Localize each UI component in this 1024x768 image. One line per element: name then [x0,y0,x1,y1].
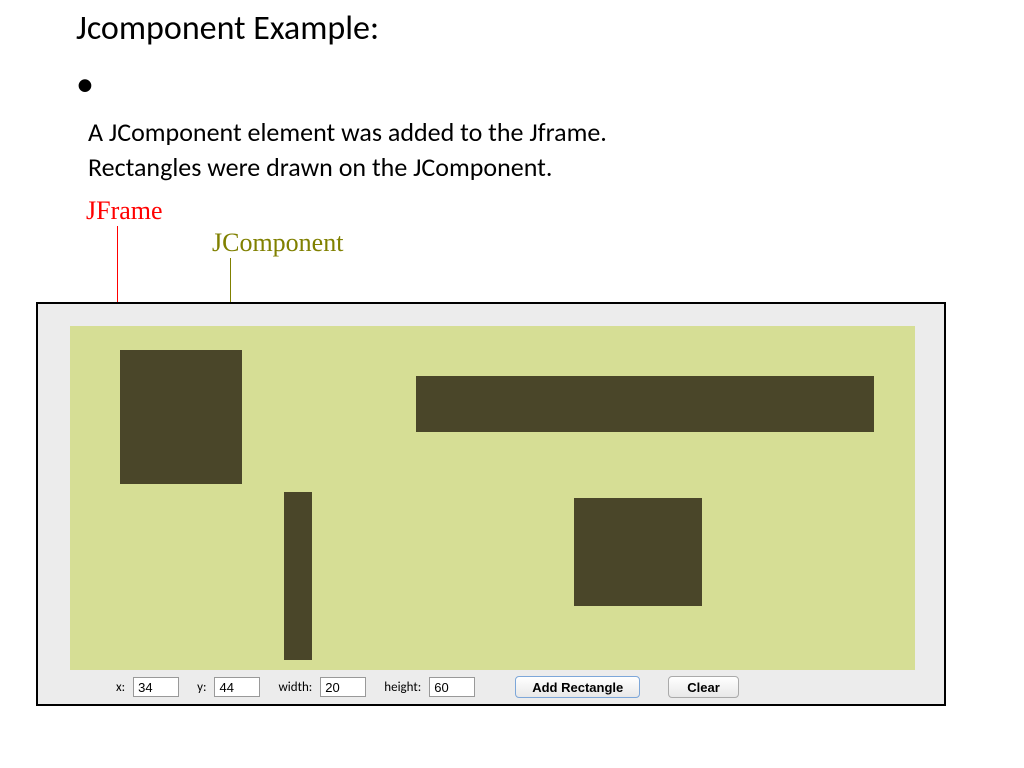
add-rectangle-button[interactable]: Add Rectangle [515,676,640,698]
drawn-rectangle [284,492,312,660]
width-label: width: [278,680,312,695]
height-label: height: [384,680,421,695]
description-line-1: A JComponent element was added to the Jf… [88,115,607,150]
x-input[interactable] [133,677,179,697]
width-input[interactable] [320,677,366,697]
jframe-pointer-line [117,226,118,302]
description-line-2: Rectangles were drawn on the JComponent. [88,150,607,185]
jframe-label: JFrame [86,196,163,226]
y-input[interactable] [214,677,260,697]
clear-button[interactable]: Clear [668,676,739,698]
drawn-rectangle [416,376,874,432]
drawn-rectangle [120,350,242,484]
bullet-point: • [76,75,94,93]
x-label: x: [116,680,125,695]
y-label: y: [197,680,206,695]
height-input[interactable] [429,677,475,697]
jcomponent-panel [70,326,915,670]
drawn-rectangle [574,498,702,606]
controls-bar: x: y: width: height: Add Rectangle Clear [38,670,944,704]
jframe-window: x: y: width: height: Add Rectangle Clear [36,302,946,706]
jcomponent-label: JComponent [212,228,343,258]
description-text: A JComponent element was added to the Jf… [88,115,607,185]
slide-title: Jcomponent Example: [76,8,379,49]
